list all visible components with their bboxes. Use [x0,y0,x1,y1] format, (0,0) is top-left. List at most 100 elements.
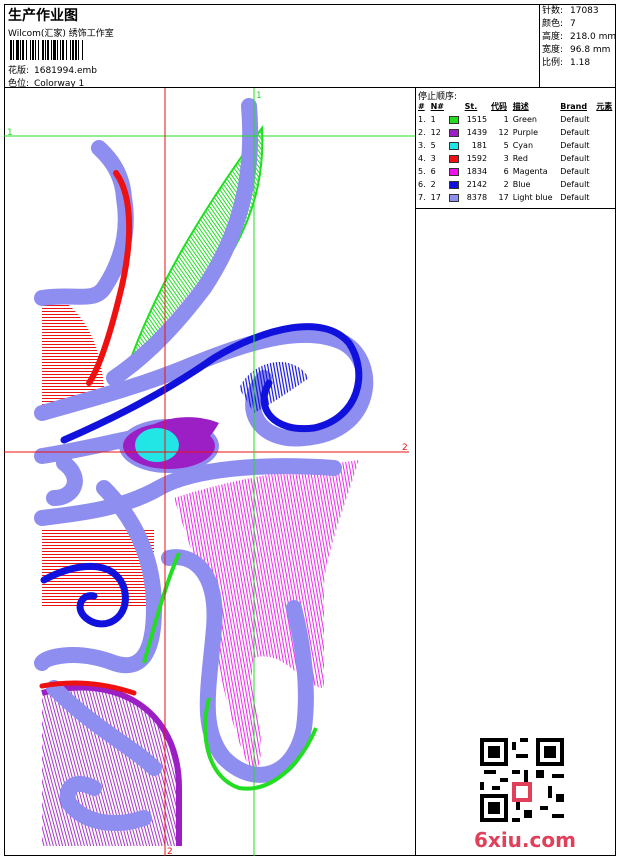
stop-sequence-panel: 停止顺序: # N# St. 代码 描述 Brand 元素 1. 1 1515 1 Gr… [416,88,616,856]
barcode-bar [83,40,85,60]
thread-table-header: # N# St. 代码 描述 Brand 元素 [416,100,616,113]
eye-cyan [135,428,179,462]
embroidery-design: 1 2 2 1 [4,88,415,856]
color-count: 颜色: 7 [542,19,576,29]
row-index: 5. [418,167,426,176]
row-swatch [447,113,462,126]
design-file-value: 1681994.emb [34,66,97,76]
row-stitches: 1439 [466,128,488,137]
magenta-fill [174,460,359,778]
design-scale: 比例: 1.18 [542,58,591,68]
color-swatch [449,141,460,150]
thread-row[interactable]: 3. 5 181 5 Cyan Default [416,139,616,152]
row-needle: 12 [430,128,441,137]
row-stitches: 1592 [466,154,488,163]
row-description: Blue [512,180,531,189]
row-element [594,165,616,178]
row-index: 3. [418,141,426,150]
row-swatch [447,178,462,191]
row-swatch [447,165,462,178]
production-header: 生产作业图 Wilcom(汇家) 绣饰工作室 花版: 1681994.emb 色位… [4,4,540,89]
row-brand: Default [560,193,590,202]
row-code: 3 [503,154,509,163]
panel-divider [416,208,616,209]
thread-row[interactable]: 7. 17 8378 17 Light blue Default [416,191,616,204]
col-code: 代码 [491,102,508,111]
row-needle: 3 [430,154,436,163]
row-description: Cyan [512,141,534,150]
row-index: 1. [418,115,426,124]
col-swatch [447,100,462,113]
color-swatch [449,115,460,124]
row-code: 12 [498,128,509,137]
row-element [594,178,616,191]
col-description: 描述 [512,102,529,111]
stitch-count: 针数: 17083 [542,6,599,16]
studio-name: Wilcom(汇家) 绣饰工作室 [8,29,114,39]
row-element [594,139,616,152]
row-brand: Default [560,167,590,176]
design-height: 高度: 218.0 mm [542,32,617,42]
row-stitches: 8378 [466,193,488,202]
row-brand: Default [560,128,590,137]
row-description: Magenta [512,167,548,176]
qr-code [480,738,564,822]
design-width: 宽度: 96.8 mm [542,45,611,55]
design-info: 针数: 17083 颜色: 7 高度: 218.0 mm 宽度: 96.8 mm 比例:… [540,4,616,88]
row-brand: Default [560,154,590,163]
color-swatch [449,180,460,189]
design-file: 花版: 1681994.emb [8,66,97,76]
row-swatch [447,152,462,165]
row-swatch [447,126,462,139]
thread-row[interactable]: 2. 12 1439 12 Purple Default [416,126,616,139]
barcode [10,40,142,60]
thread-row[interactable]: 6. 2 2142 2 Blue Default [416,178,616,191]
row-index: 4. [418,154,426,163]
row-needle: 5 [430,141,436,150]
row-description: Green [512,115,537,124]
row-brand: Default [560,115,590,124]
row-stitches: 1515 [466,115,488,124]
row-element [594,191,616,204]
thread-table: # N# St. 代码 描述 Brand 元素 1. 1 1515 1 Green Def… [416,100,616,204]
sheet-title: 生产作业图 [8,8,78,24]
thread-row[interactable]: 1. 1 1515 1 Green Default [416,113,616,126]
row-element [594,113,616,126]
guide-v1-label: 1 [256,91,262,101]
row-description: Red [512,154,528,163]
row-index: 7. [418,193,426,202]
embroidery-canvas[interactable]: 1 2 2 1 [4,88,416,856]
row-element [594,152,616,165]
row-swatch [447,191,462,204]
col-element: 元素 [596,102,613,111]
row-swatch [447,139,462,152]
row-needle: 17 [430,193,441,202]
col-stitches: St. [464,102,478,111]
row-code: 1 [503,115,509,124]
row-description: Light blue [512,193,553,202]
color-swatch [449,193,460,202]
row-index: 6. [418,180,426,189]
row-needle: 1 [430,115,436,124]
site-watermark: 6xiu.com [474,828,576,852]
color-swatch [449,128,460,137]
col-needle: N# [430,102,445,111]
row-stitches: 1834 [466,167,488,176]
row-code: 5 [503,141,509,150]
guide-h1-label: 1 [7,128,13,138]
color-swatch [449,154,460,163]
row-description: Purple [512,128,538,137]
row-needle: 2 [430,180,436,189]
row-code: 17 [498,193,509,202]
row-brand: Default [560,141,590,150]
blue-swirl-fill [239,361,309,413]
row-code: 6 [503,167,509,176]
guide-v2-label: 2 [167,847,173,856]
color-swatch [449,167,460,176]
thread-row[interactable]: 4. 3 1592 3 Red Default [416,152,616,165]
row-brand: Default [560,180,590,189]
row-stitches: 2142 [466,180,488,189]
thread-row[interactable]: 5. 6 1834 6 Magenta Default [416,165,616,178]
row-code: 2 [503,180,509,189]
row-needle: 6 [430,167,436,176]
